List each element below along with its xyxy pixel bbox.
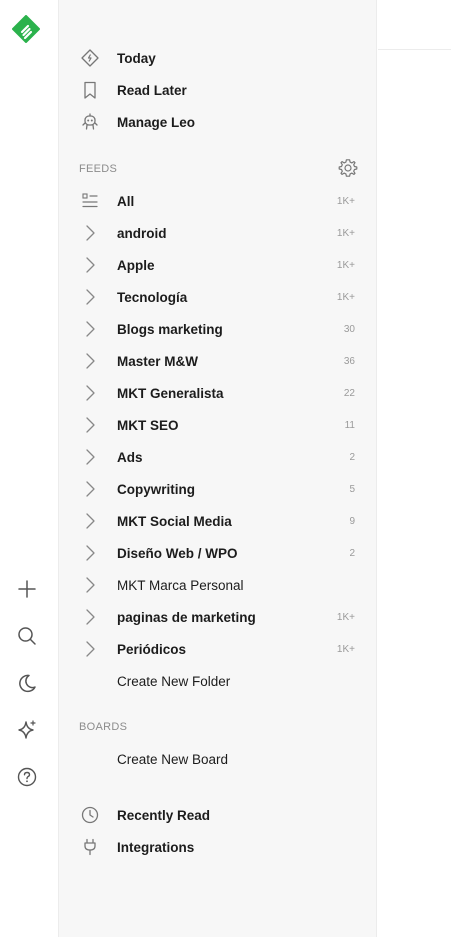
sparkle-icon[interactable] [14,717,40,743]
feed-folder-label: MKT SEO [117,417,179,433]
help-icon[interactable] [14,764,40,790]
chevron-right-icon[interactable] [79,606,101,628]
add-icon[interactable] [14,576,40,602]
unread-count: 2 [349,451,355,463]
unread-count: 30 [343,323,355,335]
feed-folder-label: Master M&W [117,353,199,369]
feed-folder-apple[interactable]: Apple 1K+ [59,249,377,281]
unread-count: 5 [349,483,355,495]
feed-folder-tecnologia[interactable]: Tecnología 1K+ [59,281,377,313]
chevron-right-icon[interactable] [79,254,101,276]
nav-integrations-label: Integrations [117,839,195,855]
feed-folder-ads[interactable]: Ads 2 [59,441,377,473]
feed-folder-paginas-de-marketing[interactable]: paginas de marketing 1K+ [59,601,377,633]
moon-icon[interactable] [14,670,40,696]
search-icon[interactable] [14,623,40,649]
nav-manage-leo[interactable]: Manage Leo [59,106,377,138]
feed-folder-label: MKT Generalista [117,385,224,401]
feed-folder-mkt-social-media[interactable]: MKT Social Media 9 [59,505,377,537]
chevron-right-icon[interactable] [79,638,101,660]
unread-count: 1K+ [336,611,355,623]
feed-folder-blogs-marketing[interactable]: Blogs marketing 30 [59,313,377,345]
navigation-panel: Today Read Later Manage Leo FEEDS All 1K… [58,0,377,937]
create-new-board-link[interactable]: Create New Board [59,743,377,775]
create-new-folder-link[interactable]: Create New Folder [59,665,377,697]
nav-manage-leo-label: Manage Leo [117,114,196,130]
unread-count: 1K+ [336,259,355,271]
chevron-right-icon[interactable] [79,510,101,532]
unread-count: 11 [344,419,355,431]
icon-rail [0,0,58,937]
feed-folder-label: Periódicos [117,641,187,657]
feed-folder-label: Copywriting [117,481,195,497]
plug-icon [79,836,101,858]
unread-count: 1K+ [336,291,355,303]
feed-all-label: All [117,193,135,209]
feed-folder-label: Diseño Web / WPO [117,545,238,561]
feed-folder-label: android [117,225,167,241]
boards-section-label: BOARDS [79,721,128,733]
chevron-right-icon[interactable] [79,414,101,436]
create-new-folder-label: Create New Folder [117,673,231,689]
nav-today-label: Today [117,50,156,66]
nav-today[interactable]: Today [59,42,377,74]
feed-folder-periodicos[interactable]: Periódicos 1K+ [59,633,377,665]
feed-folder-diseno-web[interactable]: Diseño Web / WPO 2 [59,537,377,569]
chevron-right-icon[interactable] [79,446,101,468]
chevron-right-icon[interactable] [79,478,101,500]
unread-count: 1K+ [336,195,355,207]
feed-folder-label: MKT Social Media [117,513,232,529]
chevron-right-icon[interactable] [79,318,101,340]
chevron-right-icon[interactable] [79,382,101,404]
feed-folder-master-mw[interactable]: Master M&W 36 [59,345,377,377]
feeds-section-label: FEEDS [79,163,118,175]
feed-folder-label: Ads [117,449,143,465]
feed-all[interactable]: All 1K+ [59,185,377,217]
unread-count: 1K+ [336,227,355,239]
unread-count: 2 [349,547,355,559]
leo-robot-icon [79,111,101,133]
feed-folder-android[interactable]: android 1K+ [59,217,377,249]
feed-folder-copywriting[interactable]: Copywriting 5 [59,473,377,505]
feed-folder-label: Apple [117,257,155,273]
clock-icon [79,804,101,826]
bookmark-icon [79,79,101,101]
list-icon [79,190,101,212]
create-new-board-label: Create New Board [117,751,229,767]
gear-icon[interactable] [338,158,358,178]
nav-read-later-label: Read Later [117,82,187,98]
nav-integrations[interactable]: Integrations [59,831,377,863]
nav-recently-read[interactable]: Recently Read [59,799,377,831]
chevron-right-icon[interactable] [79,574,101,596]
feedly-logo-icon[interactable] [12,15,40,43]
today-icon [79,47,101,69]
feed-folder-mkt-generalista[interactable]: MKT Generalista 22 [59,377,377,409]
chevron-right-icon[interactable] [79,542,101,564]
feed-folder-label: MKT Marca Personal [117,577,244,593]
unread-count: 22 [343,387,355,399]
nav-read-later[interactable]: Read Later [59,74,377,106]
feed-folder-mkt-marca-personal[interactable]: MKT Marca Personal [59,569,377,601]
feed-folder-label: Blogs marketing [117,321,223,337]
unread-count: 9 [349,515,355,527]
unread-count: 1K+ [336,643,355,655]
chevron-right-icon[interactable] [79,222,101,244]
nav-recently-read-label: Recently Read [117,807,211,823]
feed-folder-label: paginas de marketing [117,609,256,625]
chevron-right-icon[interactable] [79,286,101,308]
feed-folder-mkt-seo[interactable]: MKT SEO 11 [59,409,377,441]
feed-folder-label: Tecnología [117,289,188,305]
header-divider [378,49,451,50]
chevron-right-icon[interactable] [79,350,101,372]
unread-count: 36 [343,355,355,367]
